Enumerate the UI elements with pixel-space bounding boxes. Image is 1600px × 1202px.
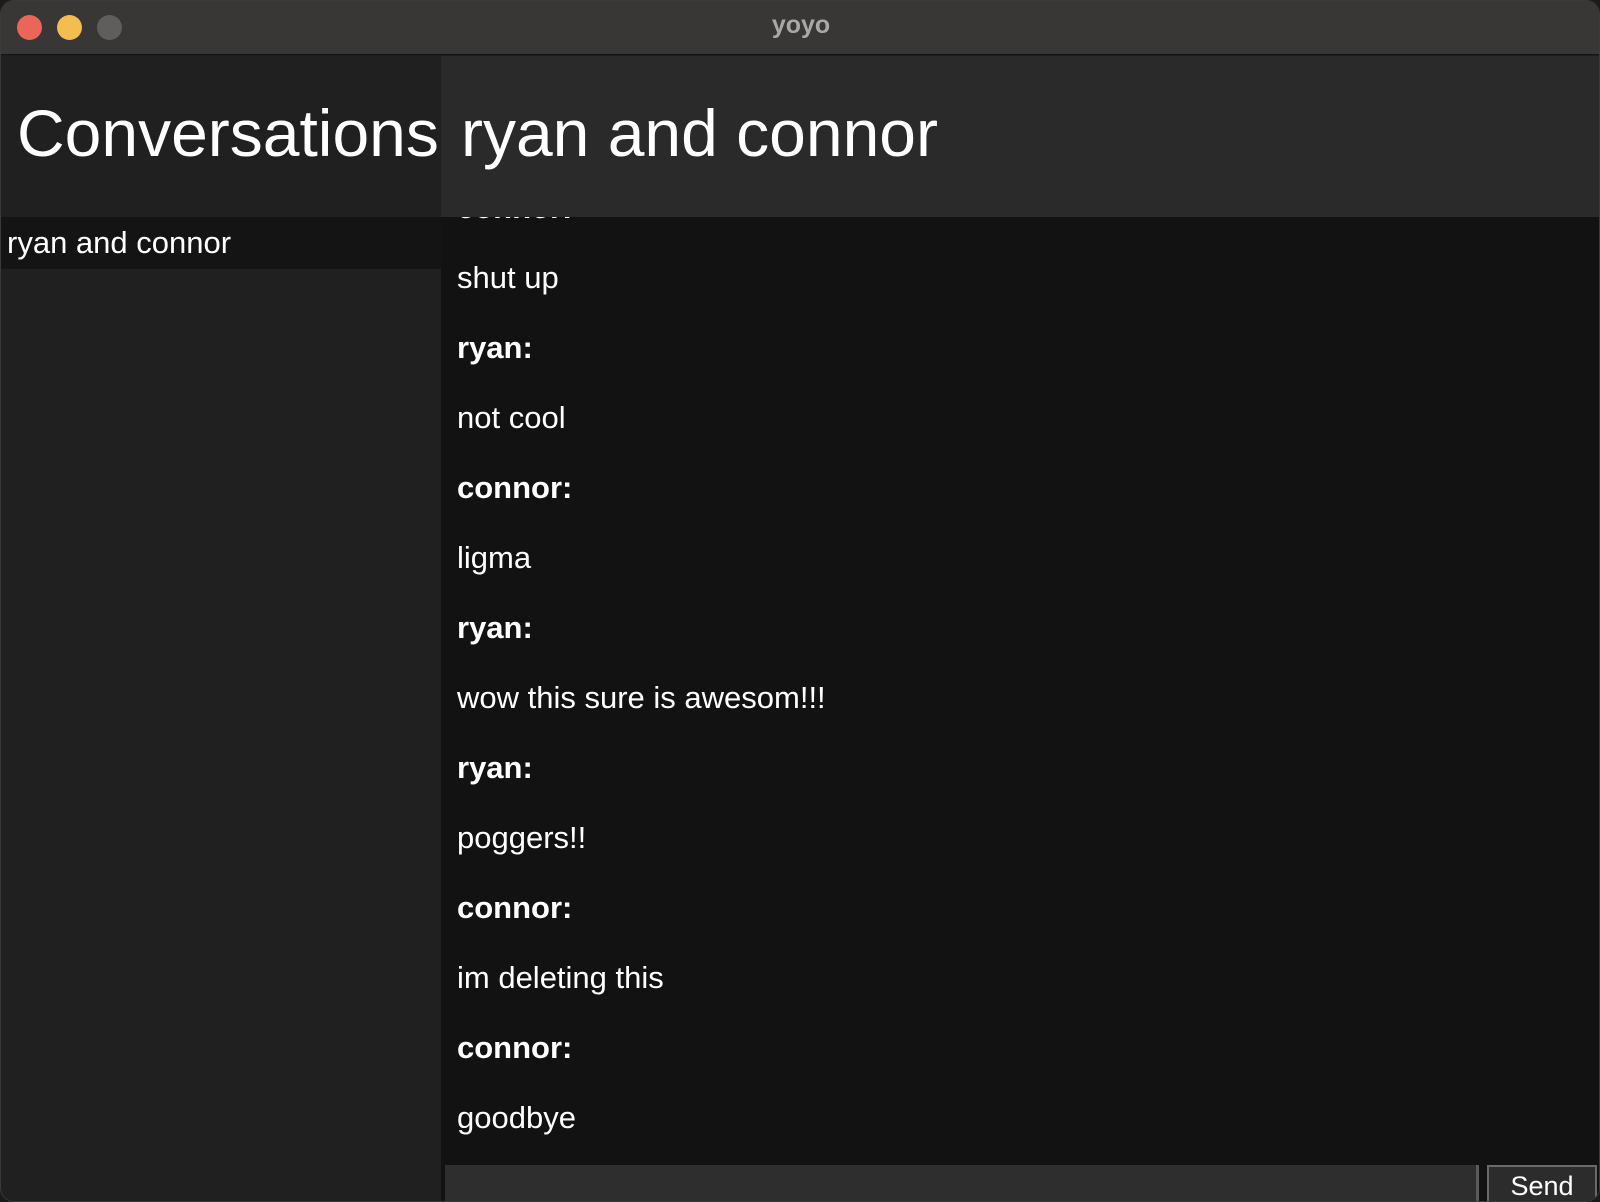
chat-panel: ryan and connor connor: shut up ryan: no… (441, 56, 1599, 1201)
message-input[interactable] (445, 1165, 1479, 1201)
message-text: ligma (457, 540, 532, 575)
message-list[interactable]: connor: shut up ryan: not cool connor: l… (441, 217, 1599, 1160)
message-sender: ryan: (457, 610, 533, 645)
message-sender: connor: (457, 1030, 573, 1065)
message-sender: connor: (457, 217, 826, 243)
message-sender: connor: (457, 470, 573, 505)
message-sender: connor: (457, 890, 573, 925)
message-text: shut up (457, 260, 559, 295)
message-text: not cool (457, 400, 566, 435)
message-sender: ryan: (457, 750, 533, 785)
message-text: goodbye (457, 1100, 576, 1135)
message-text: im deleting this (457, 960, 664, 995)
sidebar-title: Conversations (17, 96, 439, 170)
app-window: yoyo Conversations ryan and connor ryan … (0, 0, 1600, 1202)
title-bar: yoyo (1, 1, 1599, 55)
message-sender: ryan: (457, 330, 533, 365)
send-button[interactable]: Send (1487, 1165, 1597, 1201)
message-text: poggers!! (457, 820, 587, 855)
window-title: yoyo (771, 11, 831, 39)
conversations-sidebar: Conversations ryan and connor (1, 56, 441, 1201)
chat-title: ryan and connor (441, 56, 1599, 217)
message-composer: Send (441, 1160, 1599, 1201)
conversation-item-ryan-and-connor[interactable]: ryan and connor (1, 217, 441, 269)
message-text: wow this sure is awesom!!! (457, 680, 826, 715)
